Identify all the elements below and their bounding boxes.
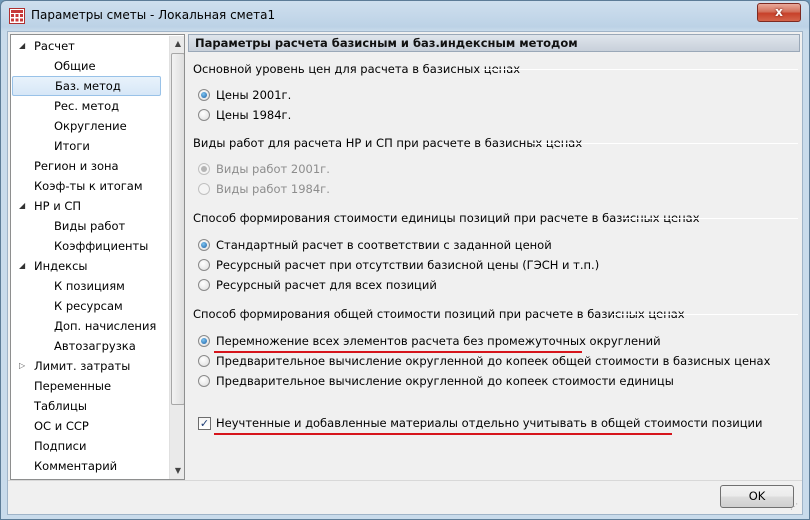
- tree-item[interactable]: ОС и ССР: [34, 416, 89, 436]
- radio-icon[interactable]: [198, 355, 210, 367]
- tree-item[interactable]: Лимит. затраты: [34, 356, 130, 376]
- tree-item[interactable]: Коэффициенты: [54, 236, 148, 256]
- scroll-thumb[interactable]: [171, 53, 184, 405]
- collapse-icon[interactable]: ◢: [19, 256, 29, 276]
- tree-item[interactable]: Виды работ: [54, 216, 125, 236]
- scroll-up-icon[interactable]: ▲: [170, 36, 184, 52]
- tree-item[interactable]: Подписи: [34, 436, 86, 456]
- tree-item[interactable]: К позициям: [54, 276, 125, 296]
- title-bar[interactable]: Параметры сметы - Локальная смета1 x: [1, 1, 809, 31]
- tree-item[interactable]: Баз. метод: [12, 76, 161, 96]
- radio-icon[interactable]: [198, 109, 210, 121]
- panel-header: Параметры расчета базисным и баз.индексн…: [188, 34, 800, 52]
- radio-icon[interactable]: [198, 259, 210, 271]
- tree-item[interactable]: НР и СП: [34, 196, 81, 216]
- footer-divider: [8, 480, 802, 481]
- tree-item[interactable]: Переменные: [34, 376, 111, 396]
- tree-item[interactable]: Рес. метод: [54, 96, 119, 116]
- checkbox-checked-icon[interactable]: ✓: [198, 417, 211, 430]
- tree-scrollbar[interactable]: ▲ ▼: [169, 36, 184, 479]
- close-icon: x: [775, 5, 783, 19]
- ok-button[interactable]: OK: [720, 485, 794, 508]
- group-divider: [622, 218, 798, 219]
- radio-icon[interactable]: [198, 375, 210, 387]
- tree-item[interactable]: Индексы: [34, 256, 88, 276]
- group-title-work-types: Виды работ для расчета НР и СП при расче…: [193, 136, 583, 150]
- tree-item[interactable]: Доп. начисления: [54, 316, 156, 336]
- tree-item[interactable]: Таблицы: [34, 396, 87, 416]
- group-title-total-cost: Способ формирования общей стоимости пози…: [193, 307, 685, 321]
- tree-item[interactable]: Расчет: [34, 36, 75, 56]
- group-divider: [612, 314, 798, 315]
- tree-item[interactable]: Итоги: [54, 136, 90, 156]
- dialog-body: ▲ ▼ ◢ Расчет Общие Баз. метод Рес. метод Окру…: [7, 31, 803, 515]
- app-icon: [9, 8, 25, 24]
- dialog-window: Параметры сметы - Локальная смета1 x ▲ ▼…: [0, 0, 810, 520]
- radio-icon[interactable]: [198, 335, 210, 347]
- window-title: Параметры сметы - Локальная смета1: [31, 8, 276, 22]
- group-title-price-level: Основной уровень цен для расчета в базис…: [193, 62, 521, 76]
- tree-item[interactable]: Комментарий: [34, 456, 117, 476]
- group-divider: [482, 69, 798, 70]
- radio-icon[interactable]: [198, 279, 210, 291]
- radio-icon[interactable]: [198, 163, 210, 175]
- highlight-underline: [214, 433, 672, 435]
- expand-icon[interactable]: ▷: [19, 356, 29, 376]
- tree-item[interactable]: Автозагрузка: [54, 336, 136, 356]
- tree-item[interactable]: Коэф-ты к итогам: [34, 176, 143, 196]
- settings-tree[interactable]: ▲ ▼ ◢ Расчет Общие Баз. метод Рес. метод Окру…: [10, 34, 185, 480]
- radio-icon[interactable]: [198, 239, 210, 251]
- collapse-icon[interactable]: ◢: [19, 196, 29, 216]
- group-divider: [532, 143, 798, 144]
- collapse-icon[interactable]: ◢: [19, 36, 29, 56]
- radio-icon[interactable]: [198, 183, 210, 195]
- scroll-down-icon[interactable]: ▼: [170, 463, 184, 479]
- close-button[interactable]: x: [757, 3, 801, 22]
- resize-grip-icon[interactable]: ⋰: [790, 502, 800, 512]
- tree-item[interactable]: Регион и зона: [34, 156, 119, 176]
- tree-item[interactable]: Округление: [54, 116, 127, 136]
- tree-item[interactable]: К ресурсам: [54, 296, 123, 316]
- radio-icon[interactable]: [198, 89, 210, 101]
- tree-item[interactable]: Общие: [54, 56, 96, 76]
